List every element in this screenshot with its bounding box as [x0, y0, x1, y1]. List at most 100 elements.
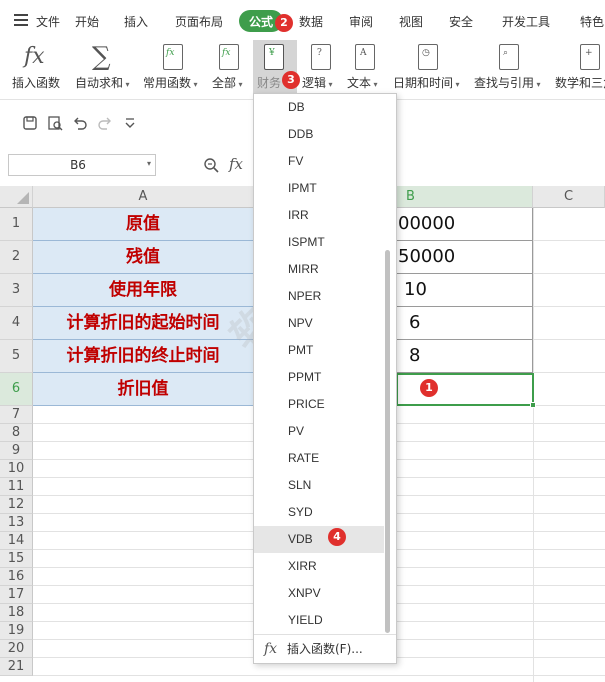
finance-icon: ¥ — [264, 44, 284, 70]
row-header[interactable]: 3 — [0, 274, 33, 307]
dropdown-item-price[interactable]: PRICE — [254, 391, 384, 418]
name-box[interactable]: B6 ▾ — [8, 154, 156, 176]
dropdown-item-sln[interactable]: SLN — [254, 472, 384, 499]
row-header[interactable]: 4 — [0, 307, 33, 340]
menu-view[interactable]: 视图 — [399, 13, 423, 30]
cell-a1[interactable]: 原值 — [33, 208, 254, 241]
cell-a4[interactable]: 计算折旧的起始时间 — [33, 307, 254, 340]
insert-function-menu-item[interactable]: fx 插入函数(F)... — [254, 636, 396, 662]
cell-b2[interactable]: 50000 — [396, 241, 533, 274]
menu-file[interactable]: 文件 — [36, 13, 60, 30]
row-header[interactable]: 2 — [0, 241, 33, 274]
menu-page-layout[interactable]: 页面布局 — [175, 13, 223, 30]
dropdown-item-nper[interactable]: NPER — [254, 283, 384, 310]
row-header[interactable]: 21 — [0, 658, 33, 676]
common-functions-label: 常用函数 — [143, 76, 192, 90]
row-header[interactable]: 7 — [0, 406, 33, 424]
dropdown-item-fv[interactable]: FV — [254, 148, 384, 175]
dropdown-item-mirr[interactable]: MIRR — [254, 256, 384, 283]
finance-button[interactable]: ¥ 财务 — [253, 40, 297, 98]
fill-handle[interactable] — [530, 402, 536, 408]
dropdown-item-vdb[interactable]: VDB — [254, 526, 384, 553]
menu-review[interactable]: 审阅 — [349, 13, 373, 30]
lookup-button[interactable]: ⌕ 查找与引用 ▾ — [473, 40, 547, 98]
lookup-label: 查找与引用 — [474, 76, 535, 90]
math-button[interactable]: + 数学和三角 — [554, 40, 605, 98]
column-header-a[interactable]: A — [33, 186, 254, 208]
redo-icon[interactable] — [97, 115, 113, 131]
select-all-corner[interactable] — [0, 186, 33, 208]
all-functions-label: 全部 — [212, 76, 237, 90]
row-header[interactable]: 17 — [0, 586, 33, 604]
dropdown-item-rate[interactable]: RATE — [254, 445, 384, 472]
cell-b3[interactable]: 10 — [396, 274, 533, 307]
logic-label: 逻辑 — [302, 76, 327, 90]
dropdown-item-db[interactable]: DB — [254, 94, 384, 121]
datetime-button[interactable]: ◷ 日期和时间 ▾ — [392, 40, 466, 98]
row-header[interactable]: 6 — [0, 373, 33, 406]
save-icon[interactable] — [22, 115, 38, 131]
row-header[interactable]: 9 — [0, 442, 33, 460]
row-header[interactable]: 1 — [0, 208, 33, 241]
dropdown-item-xirr[interactable]: XIRR — [254, 553, 384, 580]
row-header[interactable]: 5 — [0, 340, 33, 373]
row-header[interactable]: 13 — [0, 514, 33, 532]
dropdown-item-syd[interactable]: SYD — [254, 499, 384, 526]
row-header[interactable]: 8 — [0, 424, 33, 442]
menu-insert[interactable]: 插入 — [124, 13, 148, 30]
hamburger-menu-icon[interactable] — [14, 14, 28, 26]
dropdown-item-npv[interactable]: NPV — [254, 310, 384, 337]
print-preview-icon[interactable] — [47, 115, 63, 131]
row-header[interactable]: 10 — [0, 460, 33, 478]
cell-b5[interactable]: 8 — [396, 340, 533, 373]
cell-a2[interactable]: 残值 — [33, 241, 254, 274]
dropdown-item-pv[interactable]: PV — [254, 418, 384, 445]
chevron-down-icon[interactable]: ▾ — [147, 159, 151, 168]
menu-security[interactable]: 安全 — [449, 13, 473, 30]
column-header-c[interactable]: C — [533, 186, 605, 208]
formula-fx-icon[interactable]: fx — [229, 155, 243, 173]
logic-button[interactable]: ? 逻辑 ▾ — [300, 40, 342, 98]
lookup-icon: ⌕ — [499, 44, 519, 70]
text-button[interactable]: A 文本 ▾ — [345, 40, 385, 98]
cell-a6[interactable]: 折旧值 — [33, 373, 254, 406]
autosum-button[interactable]: ∑ 自动求和 ▾ — [74, 40, 134, 98]
menu-developer[interactable]: 开发工具 — [502, 13, 550, 30]
dropdown-item-ppmt[interactable]: PPMT — [254, 364, 384, 391]
menu-home[interactable]: 开始 — [75, 13, 99, 30]
row-header[interactable]: 11 — [0, 478, 33, 496]
row-header[interactable]: 15 — [0, 550, 33, 568]
insert-function-button[interactable]: fx 插入函数 — [8, 40, 68, 98]
common-functions-button[interactable]: fx 常用函数 ▾ — [141, 40, 203, 98]
row-header[interactable]: 14 — [0, 532, 33, 550]
clock-icon: ◷ — [418, 44, 438, 70]
dropdown-item-ipmt[interactable]: IPMT — [254, 175, 384, 202]
fx-icon: fx — [264, 641, 278, 657]
all-functions-button[interactable]: fx 全部 ▾ — [210, 40, 250, 98]
dropdown-scrollbar[interactable] — [385, 250, 390, 633]
insert-function-label: 插入函数 — [12, 76, 61, 90]
row-header[interactable]: 12 — [0, 496, 33, 514]
dropdown-item-irr[interactable]: IRR — [254, 202, 384, 229]
dropdown-item-pmt[interactable]: PMT — [254, 337, 384, 364]
row-header[interactable]: 18 — [0, 604, 33, 622]
dropdown-item-xnpv[interactable]: XNPV — [254, 580, 384, 607]
zoom-search-icon[interactable] — [203, 157, 219, 173]
row-header[interactable]: 20 — [0, 640, 33, 658]
cell-b1[interactable]: 00000 — [396, 208, 533, 241]
step-badge-3: 3 — [282, 71, 300, 89]
cell-a5[interactable]: 计算折旧的终止时间 — [33, 340, 254, 373]
dropdown-item-yield[interactable]: YIELD — [254, 607, 384, 634]
cell-b4[interactable]: 6 — [396, 307, 533, 340]
menu-special[interactable]: 特色 — [580, 13, 604, 30]
dropdown-item-ddb[interactable]: DDB — [254, 121, 384, 148]
dropdown-item-ispmt[interactable]: ISPMT — [254, 229, 384, 256]
customize-toolbar-icon[interactable] — [122, 115, 138, 131]
row-header[interactable]: 16 — [0, 568, 33, 586]
menu-data[interactable]: 数据 — [299, 13, 323, 30]
undo-icon[interactable] — [72, 115, 88, 131]
grid-line — [533, 208, 534, 682]
row-header[interactable]: 19 — [0, 622, 33, 640]
text-label: 文本 — [347, 76, 372, 90]
cell-a3[interactable]: 使用年限 — [33, 274, 254, 307]
